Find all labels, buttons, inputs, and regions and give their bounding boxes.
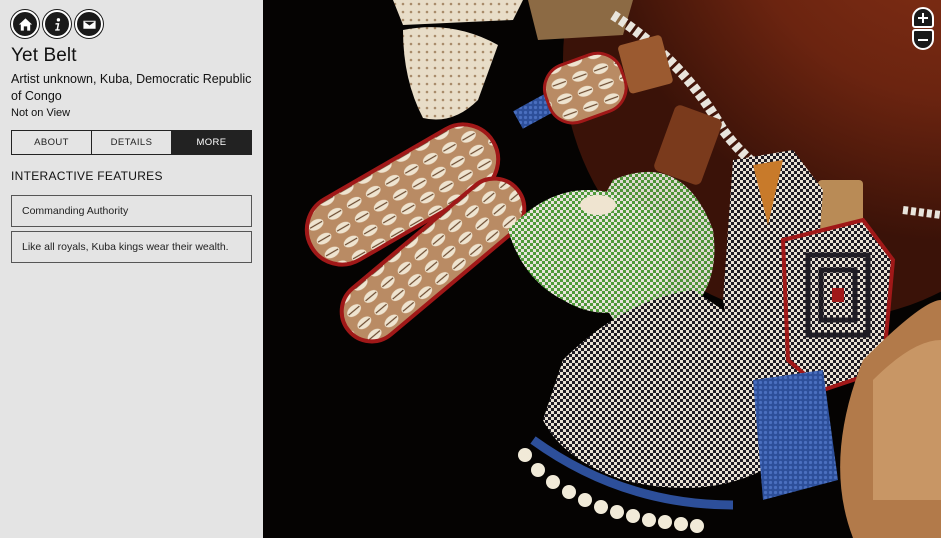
image-viewer[interactable] — [263, 0, 941, 538]
minus-icon — [918, 38, 928, 41]
tab-more[interactable]: MORE — [172, 131, 251, 154]
object-title: Yet Belt — [11, 45, 77, 66]
artwork-image[interactable] — [263, 0, 941, 538]
tab-details[interactable]: DETAILS — [92, 131, 172, 154]
interactive-features-heading: INTERACTIVE FEATURES — [11, 169, 163, 183]
nav-icon-row — [11, 10, 252, 38]
tab-about[interactable]: ABOUT — [12, 131, 92, 154]
plus-icon — [918, 12, 928, 23]
home-button[interactable] — [11, 10, 39, 38]
info-icon — [54, 17, 60, 31]
object-status: Not on View — [11, 107, 71, 119]
object-artist: Artist unknown, Kuba, Democratic Republi… — [11, 72, 252, 103]
tab-bar: ABOUT DETAILS MORE — [11, 130, 252, 155]
feature-commanding-authority[interactable]: Commanding Authority — [11, 195, 252, 227]
mail-icon — [82, 20, 96, 29]
zoom-controls — [912, 7, 934, 50]
zoom-in-button[interactable] — [912, 7, 934, 28]
zoom-out-button[interactable] — [912, 29, 934, 50]
home-icon — [18, 17, 32, 31]
mail-button[interactable] — [75, 10, 103, 38]
info-button[interactable] — [43, 10, 71, 38]
sidebar-panel: Yet Belt Artist unknown, Kuba, Democrati… — [0, 0, 263, 538]
feature-royal-wealth[interactable]: Like all royals, Kuba kings wear their w… — [11, 231, 252, 263]
